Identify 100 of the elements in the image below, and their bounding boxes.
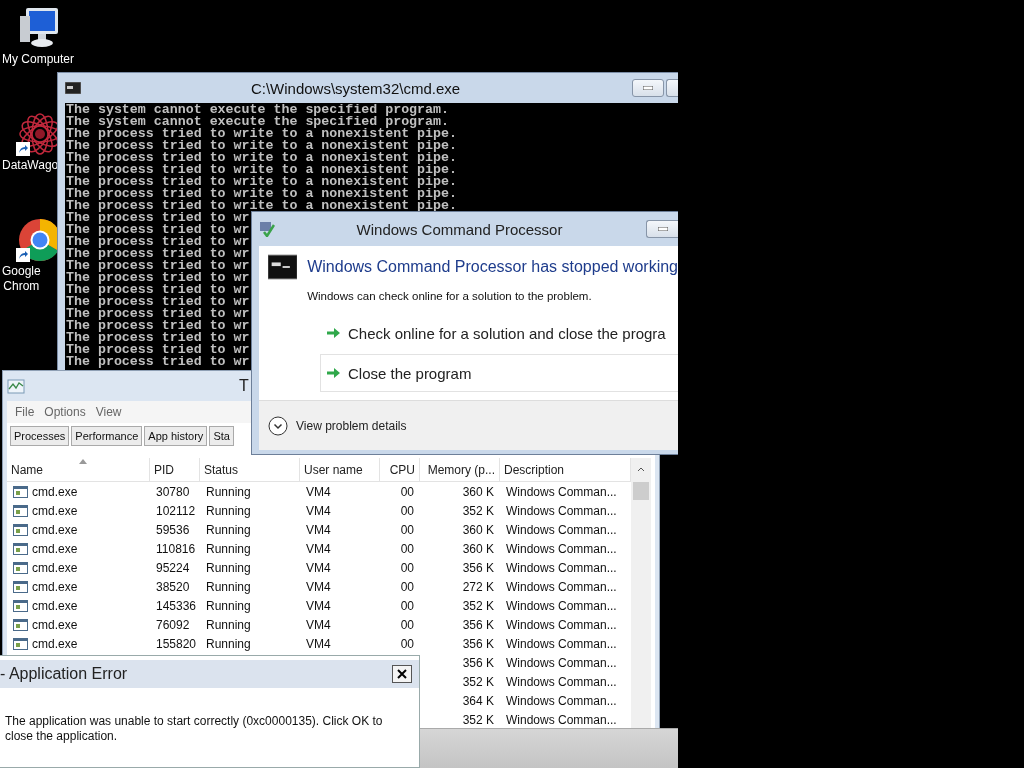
table-cell: 352 K (462, 503, 494, 518)
minimize-icon (657, 227, 668, 231)
window-icon (13, 485, 28, 498)
table-cell: 360 K (462, 522, 494, 537)
table-cell: cmd.exe (32, 636, 78, 651)
tab[interactable]: Sta (209, 426, 234, 446)
option-link[interactable]: Check online for a solution and close the progra (320, 314, 678, 352)
menu-item[interactable]: Options (40, 403, 92, 421)
table-cell: 38520 (156, 579, 190, 594)
table-cell: 00 (400, 484, 414, 499)
desktop-icon-label[interactable]: DataWago (2, 158, 59, 173)
menu-item[interactable]: File (11, 403, 41, 421)
table-cell: cmd.exe (32, 617, 78, 632)
column-header[interactable]: Memory (p... (420, 458, 500, 482)
column-header[interactable]: CPU (380, 458, 420, 482)
table-cell: 00 (400, 598, 414, 613)
close-icon (397, 669, 407, 679)
table-cell: Windows Comman... (506, 655, 617, 670)
table-cell: 30780 (156, 484, 190, 499)
console-icon (268, 254, 298, 280)
option-link[interactable]: Close the program (320, 354, 678, 392)
table-cell: 00 (400, 522, 414, 537)
window-icon (13, 504, 28, 517)
details-link[interactable]: View problem details (296, 418, 407, 433)
console-line: The process tried to wr (66, 296, 250, 308)
table-cell: Windows Comman... (506, 636, 617, 651)
table-cell: 352 K (462, 598, 494, 613)
window-icon (13, 523, 28, 536)
maximize-button[interactable] (666, 79, 678, 97)
table-cell: 00 (400, 560, 414, 575)
table-cell: Windows Comman... (506, 617, 617, 632)
window-icon (13, 542, 28, 555)
scrollbar-thumb[interactable] (633, 482, 649, 500)
table-cell: 00 (400, 541, 414, 556)
column-header[interactable]: PID (150, 458, 200, 482)
table-cell: 00 (400, 636, 414, 651)
window-icon (13, 599, 28, 612)
console-line: The process tried to wr (66, 224, 250, 236)
table-cell: cmd.exe (32, 522, 78, 537)
table-cell: 145336 (156, 598, 197, 613)
window-icon (13, 637, 28, 650)
table-cell: 00 (400, 579, 414, 594)
arrow-icon (327, 327, 340, 339)
desktop-icon-label[interactable]: Google (2, 264, 41, 279)
table-cell: cmd.exe (32, 484, 78, 499)
table-cell: VM4 (306, 636, 331, 651)
menu-item[interactable]: View (91, 403, 128, 421)
table-cell: Running (206, 598, 251, 613)
column-header[interactable]: Status (200, 458, 300, 482)
table-cell: Windows Comman... (506, 674, 617, 689)
table-cell: 95224 (156, 560, 190, 575)
table-cell: Running (206, 503, 251, 518)
table-cell: 364 K (462, 693, 494, 708)
window-title: - Application Error (0, 665, 128, 683)
table-cell: VM4 (306, 541, 331, 556)
tab[interactable]: Processes (10, 426, 70, 446)
table-cell: 76092 (156, 617, 190, 632)
table-cell: Windows Comman... (506, 598, 617, 613)
tab[interactable]: Performance (71, 426, 143, 446)
table-cell: cmd.exe (32, 503, 78, 518)
table-cell: 00 (400, 617, 414, 632)
table-cell: VM4 (306, 598, 331, 613)
table-cell: 352 K (462, 712, 494, 727)
table-cell: cmd.exe (32, 598, 78, 613)
close-button[interactable] (392, 665, 412, 683)
sort-caret-icon (79, 459, 87, 464)
table-cell: 356 K (462, 636, 494, 651)
window-icon (13, 561, 28, 574)
table-cell: Running (206, 617, 251, 632)
console-line: The process tried to wr (66, 236, 250, 248)
arrow-icon (327, 367, 340, 379)
table-cell: 155820 (156, 636, 197, 651)
console-line: The process tried to wr (66, 308, 250, 320)
table-cell: 360 K (462, 484, 494, 499)
console-line: The system cannot execute the specified program. (66, 116, 449, 128)
table-cell: VM4 (306, 579, 331, 594)
table-cell: 272 K (462, 579, 494, 594)
table-cell: Windows Comman... (506, 579, 617, 594)
desktop-icon-label[interactable]: Chrom (3, 279, 40, 294)
table-cell: 102112 (156, 503, 196, 518)
table-cell: Windows Comman... (506, 693, 617, 708)
console-line: The process tried to wr (66, 248, 250, 260)
minimize-button[interactable] (632, 79, 664, 97)
console-line: The process tried to write to a nonexistent pipe. (66, 200, 457, 212)
table-cell: VM4 (306, 503, 331, 518)
table-cell: Windows Comman... (506, 541, 617, 556)
expand-icon[interactable] (268, 415, 288, 436)
table-cell: Running (206, 579, 251, 594)
console-line: The process tried to wr (66, 344, 250, 356)
table-cell: Windows Comman... (506, 712, 617, 727)
minimize-button[interactable] (646, 220, 678, 238)
console-line: The process tried to write to a nonexistent pipe. (66, 188, 457, 200)
table-cell: VM4 (306, 522, 331, 537)
column-header[interactable]: User name (300, 458, 380, 482)
desktop-icon-label[interactable]: My Computer (2, 52, 75, 67)
tab[interactable]: App history (144, 426, 208, 446)
table-cell: Running (206, 560, 251, 575)
console-line: The process tried to write to a nonexistent pipe. (66, 164, 457, 176)
scrollbar[interactable] (631, 458, 651, 729)
console-line: The process tried to write to a nonexistent pipe. (66, 140, 457, 152)
